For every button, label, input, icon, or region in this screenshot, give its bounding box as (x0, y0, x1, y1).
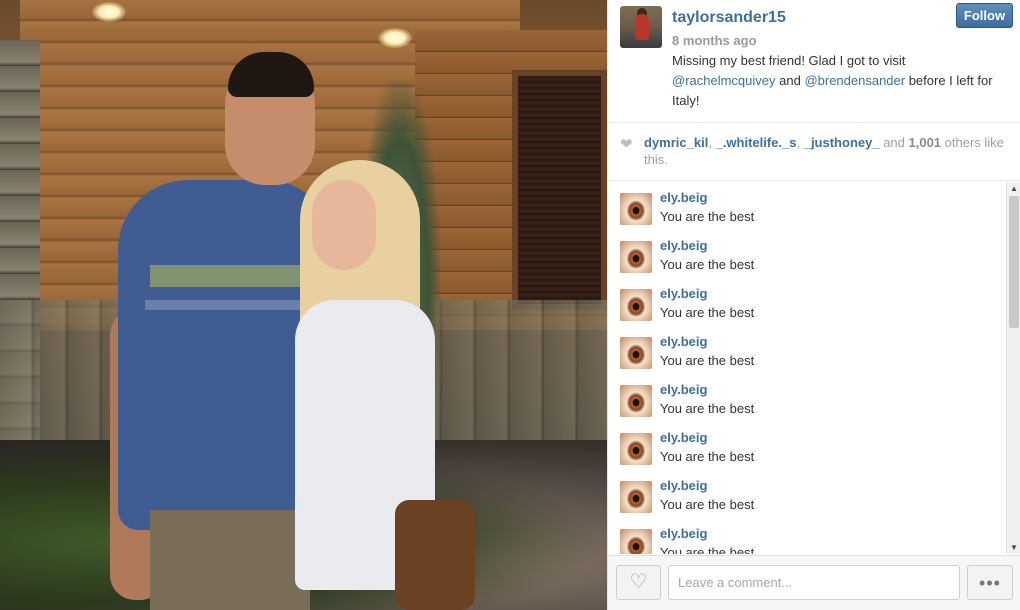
user-avatar[interactable] (620, 6, 662, 48)
likes-text: dymric_kil, _.whitelife._s, _justhoney_ … (644, 134, 1014, 168)
photo-shirt-stripe (145, 300, 320, 310)
comment-item: ely.beig You are the best (608, 182, 1006, 230)
ellipsis-icon: ••• (979, 572, 1001, 593)
caption-mention-link[interactable]: @brendensander (804, 73, 905, 88)
comment-text: You are the best (660, 449, 755, 464)
comments-list: ely.beig You are the best ely.beig You a… (608, 182, 1006, 554)
comments-scrollbar[interactable]: ▲ ▼ (1006, 182, 1020, 554)
commenter-avatar[interactable] (620, 529, 652, 554)
comment-item: ely.beig You are the best (608, 230, 1006, 278)
likes-separator: , (796, 135, 804, 150)
comment-text: You are the best (660, 497, 755, 512)
commenter-avatar[interactable] (620, 433, 652, 465)
likes-summary: ❤ dymric_kil, _.whitelife._s, _justhoney… (608, 124, 1020, 181)
heart-icon: ♡ (629, 571, 648, 593)
comment-item: ely.beig You are the best (608, 278, 1006, 326)
comment-text: You are the best (660, 401, 755, 416)
post-photo (0, 0, 607, 610)
commenter-username[interactable]: ely.beig (660, 334, 707, 349)
post-sidebar: taylorsander15 8 months ago Follow Missi… (607, 0, 1020, 610)
heart-icon: ❤ (620, 136, 633, 153)
commenter-avatar[interactable] (620, 193, 652, 225)
comment-item: ely.beig You are the best (608, 422, 1006, 470)
photo-shirt-stripe (150, 265, 320, 287)
commenter-avatar[interactable] (620, 289, 652, 321)
commenter-avatar[interactable] (620, 385, 652, 417)
photo-man-pants (150, 510, 310, 610)
scroll-up-arrow-icon[interactable]: ▲ (1009, 184, 1019, 193)
photo-handbag (395, 500, 475, 610)
commenter-username[interactable]: ely.beig (660, 286, 707, 301)
avatar-figure-body (635, 14, 649, 40)
comment-text: You are the best (660, 305, 755, 320)
post-username[interactable]: taylorsander15 (672, 9, 786, 27)
liker-link[interactable]: _justhoney_ (804, 135, 880, 150)
photo-light (92, 2, 126, 22)
commenter-username[interactable]: ely.beig (660, 190, 707, 205)
caption-mention-link[interactable]: @rachelmcquivey (672, 73, 776, 88)
commenter-username[interactable]: ely.beig (660, 478, 707, 493)
likes-separator: , (708, 135, 716, 150)
post-timestamp: 8 months ago (672, 33, 757, 48)
comment-footer: ♡ ••• (608, 555, 1020, 610)
post-caption: Missing my best friend! Glad I got to vi… (672, 51, 1017, 111)
comment-item: ely.beig You are the best (608, 470, 1006, 518)
comment-text: You are the best (660, 209, 755, 224)
caption-text: and (775, 73, 805, 88)
commenter-avatar[interactable] (620, 481, 652, 513)
comment-input[interactable] (668, 565, 960, 600)
photo-woman-face (312, 180, 376, 270)
commenter-avatar[interactable] (620, 337, 652, 369)
liker-link[interactable]: _.whitelife._s (716, 135, 797, 150)
scrollbar-thumb[interactable] (1009, 196, 1019, 328)
scroll-down-arrow-icon[interactable]: ▼ (1009, 543, 1019, 552)
comment-item: ely.beig You are the best (608, 518, 1006, 554)
like-button[interactable]: ♡ (616, 565, 661, 600)
commenter-username[interactable]: ely.beig (660, 430, 707, 445)
comment-item: ely.beig You are the best (608, 374, 1006, 422)
caption-text: Missing my best friend! Glad I got to vi… (672, 53, 906, 68)
post-header: taylorsander15 8 months ago Follow Missi… (608, 0, 1020, 123)
commenter-username[interactable]: ely.beig (660, 382, 707, 397)
more-options-button[interactable]: ••• (967, 565, 1013, 600)
photo-light (378, 28, 412, 48)
comment-text: You are the best (660, 545, 755, 554)
follow-button[interactable]: Follow (956, 3, 1013, 28)
comment-text: You are the best (660, 353, 755, 368)
commenter-username[interactable]: ely.beig (660, 238, 707, 253)
liker-link[interactable]: dymric_kil (644, 135, 708, 150)
commenter-avatar[interactable] (620, 241, 652, 273)
likes-separator: and (879, 135, 909, 150)
photo-window (512, 70, 607, 310)
likes-count[interactable]: 1,001 (909, 135, 942, 150)
comment-item: ely.beig You are the best (608, 326, 1006, 374)
comment-text: You are the best (660, 257, 755, 272)
commenter-username[interactable]: ely.beig (660, 526, 707, 541)
